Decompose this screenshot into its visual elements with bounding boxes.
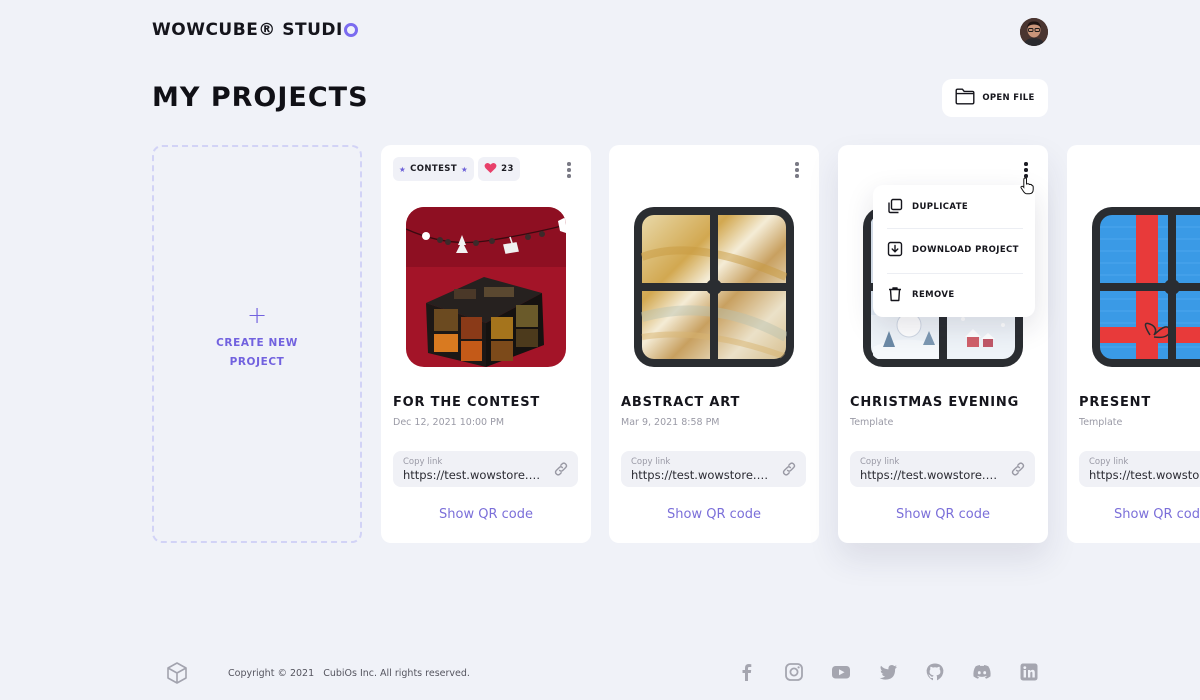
menu-item-label: REMOVE <box>912 290 955 300</box>
logo-o-ring-icon <box>343 23 358 37</box>
copy-link-caption: Copy link <box>860 457 900 467</box>
copy-link-caption: Copy link <box>1089 457 1129 467</box>
copy-link-field[interactable]: Copy link https://test.wowstore.wo... <box>1079 451 1200 487</box>
project-title[interactable]: FOR THE CONTEST <box>393 395 540 410</box>
project-link-url: https://test.wowstore.wo... <box>403 468 547 482</box>
discord-icon[interactable] <box>972 662 992 682</box>
link-icon[interactable] <box>1009 460 1027 482</box>
company-text: CubiOs Inc. All rights reserved. <box>323 668 470 679</box>
menu-item-label: DOWNLOAD PROJECT <box>912 245 1019 255</box>
facebook-icon[interactable] <box>737 662 757 682</box>
card-tags: ★ CONTEST ★ 23 <box>393 157 520 181</box>
social-links <box>737 662 1039 682</box>
instagram-icon[interactable] <box>784 662 804 682</box>
card-menu-button[interactable] <box>789 161 805 179</box>
menu-divider <box>887 273 1023 274</box>
download-icon <box>887 241 903 260</box>
plus-icon: + <box>246 301 268 329</box>
project-link-url: https://test.wowstore.wo... <box>1089 468 1200 482</box>
copy-link-field[interactable]: Copy link https://test.wowstore.wo... <box>393 451 578 487</box>
open-file-label: OPEN FILE <box>982 93 1035 103</box>
show-qr-code-link[interactable]: Show QR code <box>381 507 591 522</box>
cube-logo-icon[interactable] <box>165 661 189 689</box>
github-icon[interactable] <box>925 662 945 682</box>
folder-icon <box>955 88 975 108</box>
trash-icon <box>887 286 903 305</box>
create-new-project-label: CREATE NEW PROJECT <box>216 337 298 368</box>
project-date: Mar 9, 2021 8:58 PM <box>621 417 720 428</box>
show-qr-code-link[interactable]: Show QR code <box>838 507 1048 522</box>
project-title[interactable]: CHRISTMAS EVENING <box>850 395 1019 410</box>
likes-badge[interactable]: 23 <box>478 157 520 181</box>
project-card-for-the-contest[interactable]: ★ CONTEST ★ 23 FOR THE CONTEST Dec 12, 2… <box>381 145 591 543</box>
wowcube-studio-logo[interactable]: WOWCUBE® STUDI <box>152 20 358 40</box>
project-title[interactable]: PRESENT <box>1079 395 1151 410</box>
heart-icon <box>484 162 497 177</box>
contest-label: CONTEST <box>410 164 458 174</box>
project-card-abstract-art[interactable]: ABSTRACT ART Mar 9, 2021 8:58 PM Copy li… <box>609 145 819 543</box>
menu-item-label: DUPLICATE <box>912 202 969 212</box>
project-thumbnail[interactable] <box>1092 207 1200 367</box>
linkedin-icon[interactable] <box>1019 662 1039 682</box>
contest-badge: ★ CONTEST ★ <box>393 157 475 181</box>
user-avatar[interactable] <box>1020 18 1048 46</box>
copy-link-field[interactable]: Copy link https://test.wowstore.wo... <box>621 451 806 487</box>
project-template-label: Template <box>850 417 894 428</box>
card-menu-button[interactable] <box>561 161 577 179</box>
project-card-present[interactable]: PRESENT Template Copy link https://test.… <box>1067 145 1200 543</box>
copy-link-caption: Copy link <box>403 457 443 467</box>
open-file-button[interactable]: OPEN FILE <box>942 79 1048 117</box>
copy-link-caption: Copy link <box>631 457 671 467</box>
project-context-menu: DUPLICATE DOWNLOAD PROJECT REMOVE <box>873 185 1035 317</box>
likes-count: 23 <box>501 164 514 174</box>
project-date: Dec 12, 2021 10:00 PM <box>393 417 505 428</box>
page-title: MY PROJECTS <box>152 82 369 113</box>
menu-divider <box>887 228 1023 229</box>
project-link-url: https://test.wowstore.wo... <box>860 468 1004 482</box>
youtube-icon[interactable] <box>831 662 851 682</box>
star-icon: ★ <box>461 164 469 174</box>
logo-text: WOWCUBE® STUDI <box>152 20 343 40</box>
pointer-cursor-icon <box>1020 177 1034 199</box>
copyright-year: Copyright © 2021 <box>228 668 315 679</box>
copy-link-field[interactable]: Copy link https://test.wowstore.wo... <box>850 451 1035 487</box>
menu-item-download-project[interactable]: DOWNLOAD PROJECT <box>887 237 1025 263</box>
project-title[interactable]: ABSTRACT ART <box>621 395 740 410</box>
menu-item-duplicate[interactable]: DUPLICATE <box>887 194 1025 220</box>
project-thumbnail[interactable] <box>406 207 566 367</box>
show-qr-code-link[interactable]: Show QR code <box>1114 507 1200 522</box>
copyright-text: Copyright © 2021 CubiOs Inc. All rights … <box>228 668 470 679</box>
star-icon: ★ <box>399 164 407 174</box>
menu-item-remove[interactable]: REMOVE <box>887 282 1025 308</box>
duplicate-icon <box>887 198 903 217</box>
twitter-icon[interactable] <box>878 662 898 682</box>
create-new-project-card[interactable]: + CREATE NEW PROJECT <box>152 145 362 543</box>
project-template-label: Template <box>1079 417 1123 428</box>
show-qr-code-link[interactable]: Show QR code <box>609 507 819 522</box>
project-link-url: https://test.wowstore.wo... <box>631 468 775 482</box>
link-icon[interactable] <box>780 460 798 482</box>
link-icon[interactable] <box>552 460 570 482</box>
project-thumbnail[interactable] <box>634 207 794 367</box>
